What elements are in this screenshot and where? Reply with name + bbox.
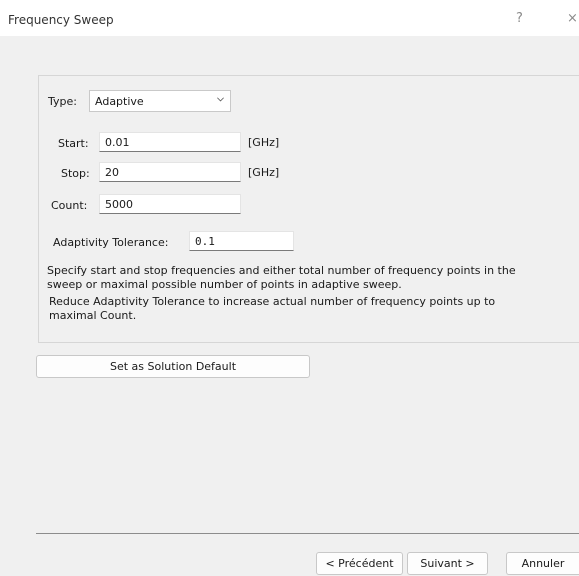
stop-input[interactable]: 20	[99, 162, 241, 182]
window-title: Frequency Sweep	[8, 13, 114, 27]
stop-input-value: 20	[105, 166, 119, 179]
set-default-button[interactable]: Set as Solution Default	[36, 355, 310, 378]
type-dropdown-value: Adaptive	[95, 95, 144, 108]
count-input-value: 5000	[105, 198, 133, 211]
count-label: Count:	[51, 199, 88, 212]
start-unit: [GHz]	[248, 136, 280, 149]
description-line-4: maximal Count.	[49, 309, 137, 322]
cancel-button[interactable]: Annuler	[506, 552, 579, 575]
tolerance-input-value: 0.1	[195, 235, 215, 248]
help-icon[interactable]: ?	[516, 11, 523, 26]
start-input-value: 0.01	[105, 136, 130, 149]
type-label: Type:	[48, 95, 77, 108]
description-line-2: sweep or maximal possible number of poin…	[47, 278, 402, 291]
description-line-3: Reduce Adaptivity Tolerance to increase …	[49, 295, 496, 308]
previous-button[interactable]: < Précédent	[316, 552, 403, 575]
tolerance-input[interactable]: 0.1	[189, 231, 294, 251]
type-dropdown[interactable]: Adaptive	[89, 90, 231, 112]
stop-unit: [GHz]	[248, 166, 280, 179]
footer-divider	[36, 533, 579, 534]
chevron-down-icon	[217, 97, 224, 102]
description-line-1: Specify start and stop frequencies and e…	[47, 264, 516, 277]
start-input[interactable]: 0.01	[99, 132, 241, 152]
close-icon[interactable]: ×	[567, 11, 578, 26]
stop-label: Stop:	[61, 167, 90, 180]
next-button[interactable]: Suivant >	[407, 552, 488, 575]
count-input[interactable]: 5000	[99, 194, 241, 214]
tolerance-label: Adaptivity Tolerance:	[53, 236, 169, 249]
title-bar: Frequency Sweep ? ×	[0, 0, 579, 36]
start-label: Start:	[58, 137, 89, 150]
